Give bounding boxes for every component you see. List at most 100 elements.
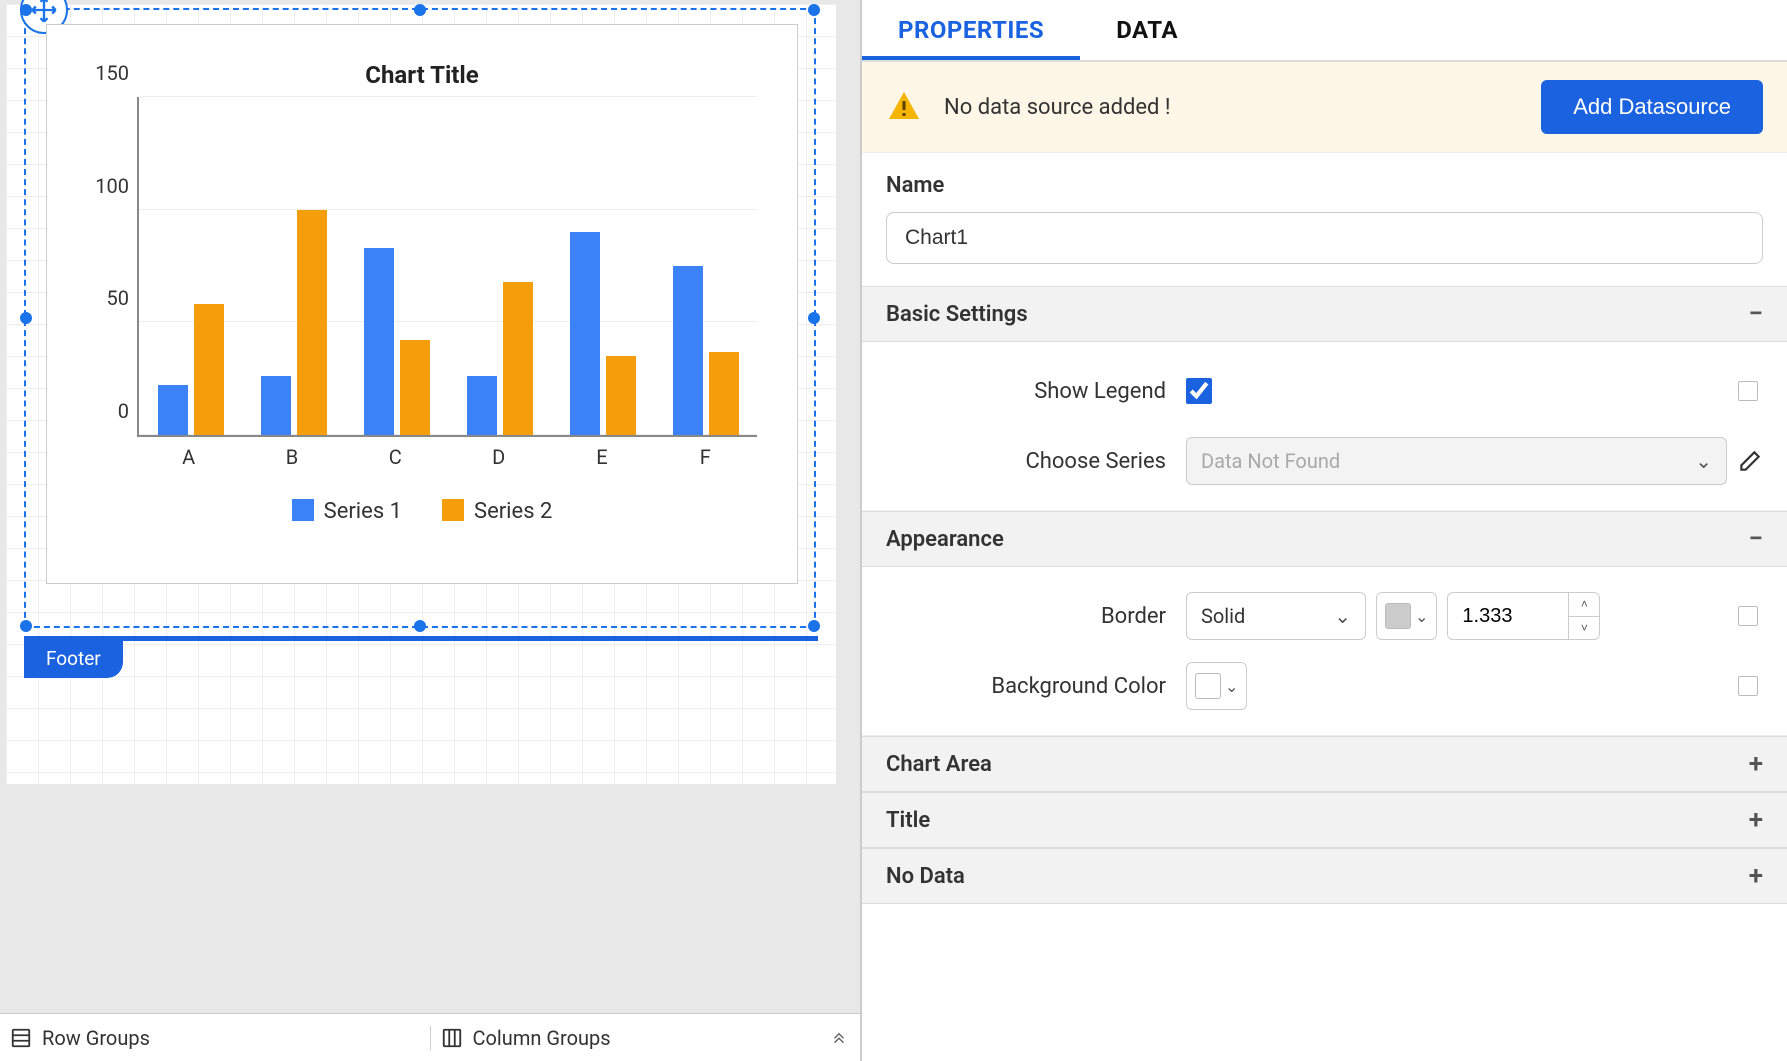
chevron-down-icon: ⌄	[1334, 604, 1351, 628]
resize-handle[interactable]	[20, 312, 32, 324]
name-input[interactable]	[886, 212, 1763, 264]
footer-divider	[24, 636, 818, 641]
chevron-down-icon: ⌄	[1695, 449, 1712, 473]
bar	[400, 340, 430, 435]
section-tab-footer[interactable]: Footer	[24, 641, 123, 678]
groups-bottom-bar: Row Groups Column Groups	[0, 1013, 860, 1061]
x-tick-label: C	[344, 437, 447, 469]
bar	[570, 232, 600, 435]
resize-handle[interactable]	[414, 4, 426, 16]
design-surface[interactable]: Chart Title 050100150 ABCDEF Series 1Ser…	[0, 0, 860, 1013]
stepper-down-icon[interactable]: ˅	[1569, 617, 1599, 640]
legend-item: Series 2	[442, 499, 552, 524]
row-groups-pane[interactable]: Row Groups	[0, 1026, 430, 1050]
choose-series-value: Data Not Found	[1201, 449, 1340, 473]
add-datasource-button[interactable]: Add Datasource	[1541, 80, 1763, 134]
bar	[709, 352, 739, 435]
bar	[297, 210, 327, 435]
border-label: Border	[886, 604, 1186, 629]
chevron-down-icon: ⌄	[1415, 607, 1428, 626]
show-legend-label: Show Legend	[886, 379, 1186, 404]
section-title: Appearance	[886, 527, 1004, 552]
resize-handle[interactable]	[808, 4, 820, 16]
chart-x-axis-labels: ABCDEF	[137, 437, 757, 469]
advanced-toggle[interactable]	[1738, 606, 1758, 626]
properties-tabs: PROPERTIES DATA	[862, 0, 1787, 62]
background-color-label: Background Color	[886, 674, 1186, 699]
y-tick-label: 50	[107, 286, 139, 310]
collapse-icon: −	[1748, 299, 1763, 329]
chart-title: Chart Title	[47, 25, 797, 97]
resize-handle[interactable]	[20, 4, 32, 16]
chart-widget[interactable]: Chart Title 050100150 ABCDEF Series 1Ser…	[46, 24, 798, 584]
border-style-value: Solid	[1201, 604, 1245, 628]
x-tick-label: F	[654, 437, 757, 469]
border-color-swatch	[1385, 603, 1411, 629]
tab-properties[interactable]: PROPERTIES	[862, 0, 1080, 60]
bar	[364, 248, 394, 435]
column-groups-pane[interactable]: Column Groups	[430, 1026, 861, 1050]
section-title-header[interactable]: Title +	[862, 792, 1787, 848]
bar	[467, 376, 497, 435]
no-datasource-alert: No data source added ! Add Datasource	[862, 62, 1787, 153]
border-style-select[interactable]: Solid ⌄	[1186, 592, 1366, 640]
resize-handle[interactable]	[808, 312, 820, 324]
section-title: Basic Settings	[886, 302, 1028, 327]
x-tick-label: B	[240, 437, 343, 469]
show-legend-checkbox[interactable]	[1186, 378, 1212, 404]
bar	[606, 356, 636, 435]
chart-plot-area: 050100150	[137, 97, 757, 437]
column-groups-label: Column Groups	[473, 1026, 611, 1050]
section-chart-area-header[interactable]: Chart Area +	[862, 736, 1787, 792]
y-tick-label: 150	[95, 61, 139, 85]
resize-handle[interactable]	[20, 620, 32, 632]
collapse-icon: −	[1748, 524, 1763, 554]
column-groups-icon	[441, 1027, 463, 1049]
legend-item: Series 1	[292, 499, 402, 524]
expand-icon: +	[1749, 861, 1763, 891]
bar	[194, 304, 224, 435]
section-title: No Data	[886, 864, 965, 889]
design-canvas-panel: Chart Title 050100150 ABCDEF Series 1Ser…	[0, 0, 860, 1061]
section-basic-settings-header[interactable]: Basic Settings −	[862, 286, 1787, 342]
alert-message: No data source added !	[944, 95, 1519, 120]
row-groups-icon	[10, 1027, 32, 1049]
chevron-down-icon: ⌄	[1225, 677, 1238, 696]
legend-swatch	[442, 499, 464, 521]
edit-icon[interactable]	[1737, 448, 1763, 474]
background-color-swatch	[1195, 673, 1221, 699]
x-tick-label: E	[550, 437, 653, 469]
resize-handle[interactable]	[808, 620, 820, 632]
x-tick-label: D	[447, 437, 550, 469]
legend-swatch	[292, 499, 314, 521]
name-label: Name	[886, 173, 1763, 198]
section-title: Title	[886, 808, 930, 833]
advanced-toggle[interactable]	[1738, 381, 1758, 401]
background-color-picker[interactable]: ⌄	[1186, 662, 1247, 710]
report-page[interactable]: Chart Title 050100150 ABCDEF Series 1Ser…	[6, 4, 836, 784]
section-title: Chart Area	[886, 752, 992, 777]
y-tick-label: 100	[95, 174, 139, 198]
section-appearance-header[interactable]: Appearance −	[862, 511, 1787, 567]
y-tick-label: 0	[118, 399, 139, 423]
bar	[158, 385, 188, 435]
collapse-groups-icon[interactable]	[830, 1026, 848, 1050]
properties-panel: PROPERTIES DATA No data source added ! A…	[860, 0, 1787, 1061]
expand-icon: +	[1749, 805, 1763, 835]
resize-handle[interactable]	[414, 620, 426, 632]
bar	[673, 266, 703, 435]
bar	[503, 282, 533, 435]
chart-selection-frame[interactable]: Chart Title 050100150 ABCDEF Series 1Ser…	[24, 8, 816, 628]
tab-data[interactable]: DATA	[1080, 0, 1214, 60]
bar	[261, 376, 291, 435]
advanced-toggle[interactable]	[1738, 676, 1758, 696]
section-no-data-header[interactable]: No Data +	[862, 848, 1787, 904]
stepper-up-icon[interactable]: ˄	[1569, 593, 1599, 617]
border-width-input[interactable]: ˄ ˅	[1447, 592, 1600, 640]
choose-series-select[interactable]: Data Not Found ⌄	[1186, 437, 1727, 485]
border-width-field[interactable]	[1448, 593, 1568, 639]
x-tick-label: A	[137, 437, 240, 469]
expand-icon: +	[1749, 749, 1763, 779]
border-color-picker[interactable]: ⌄	[1376, 592, 1437, 640]
row-groups-label: Row Groups	[42, 1026, 150, 1050]
